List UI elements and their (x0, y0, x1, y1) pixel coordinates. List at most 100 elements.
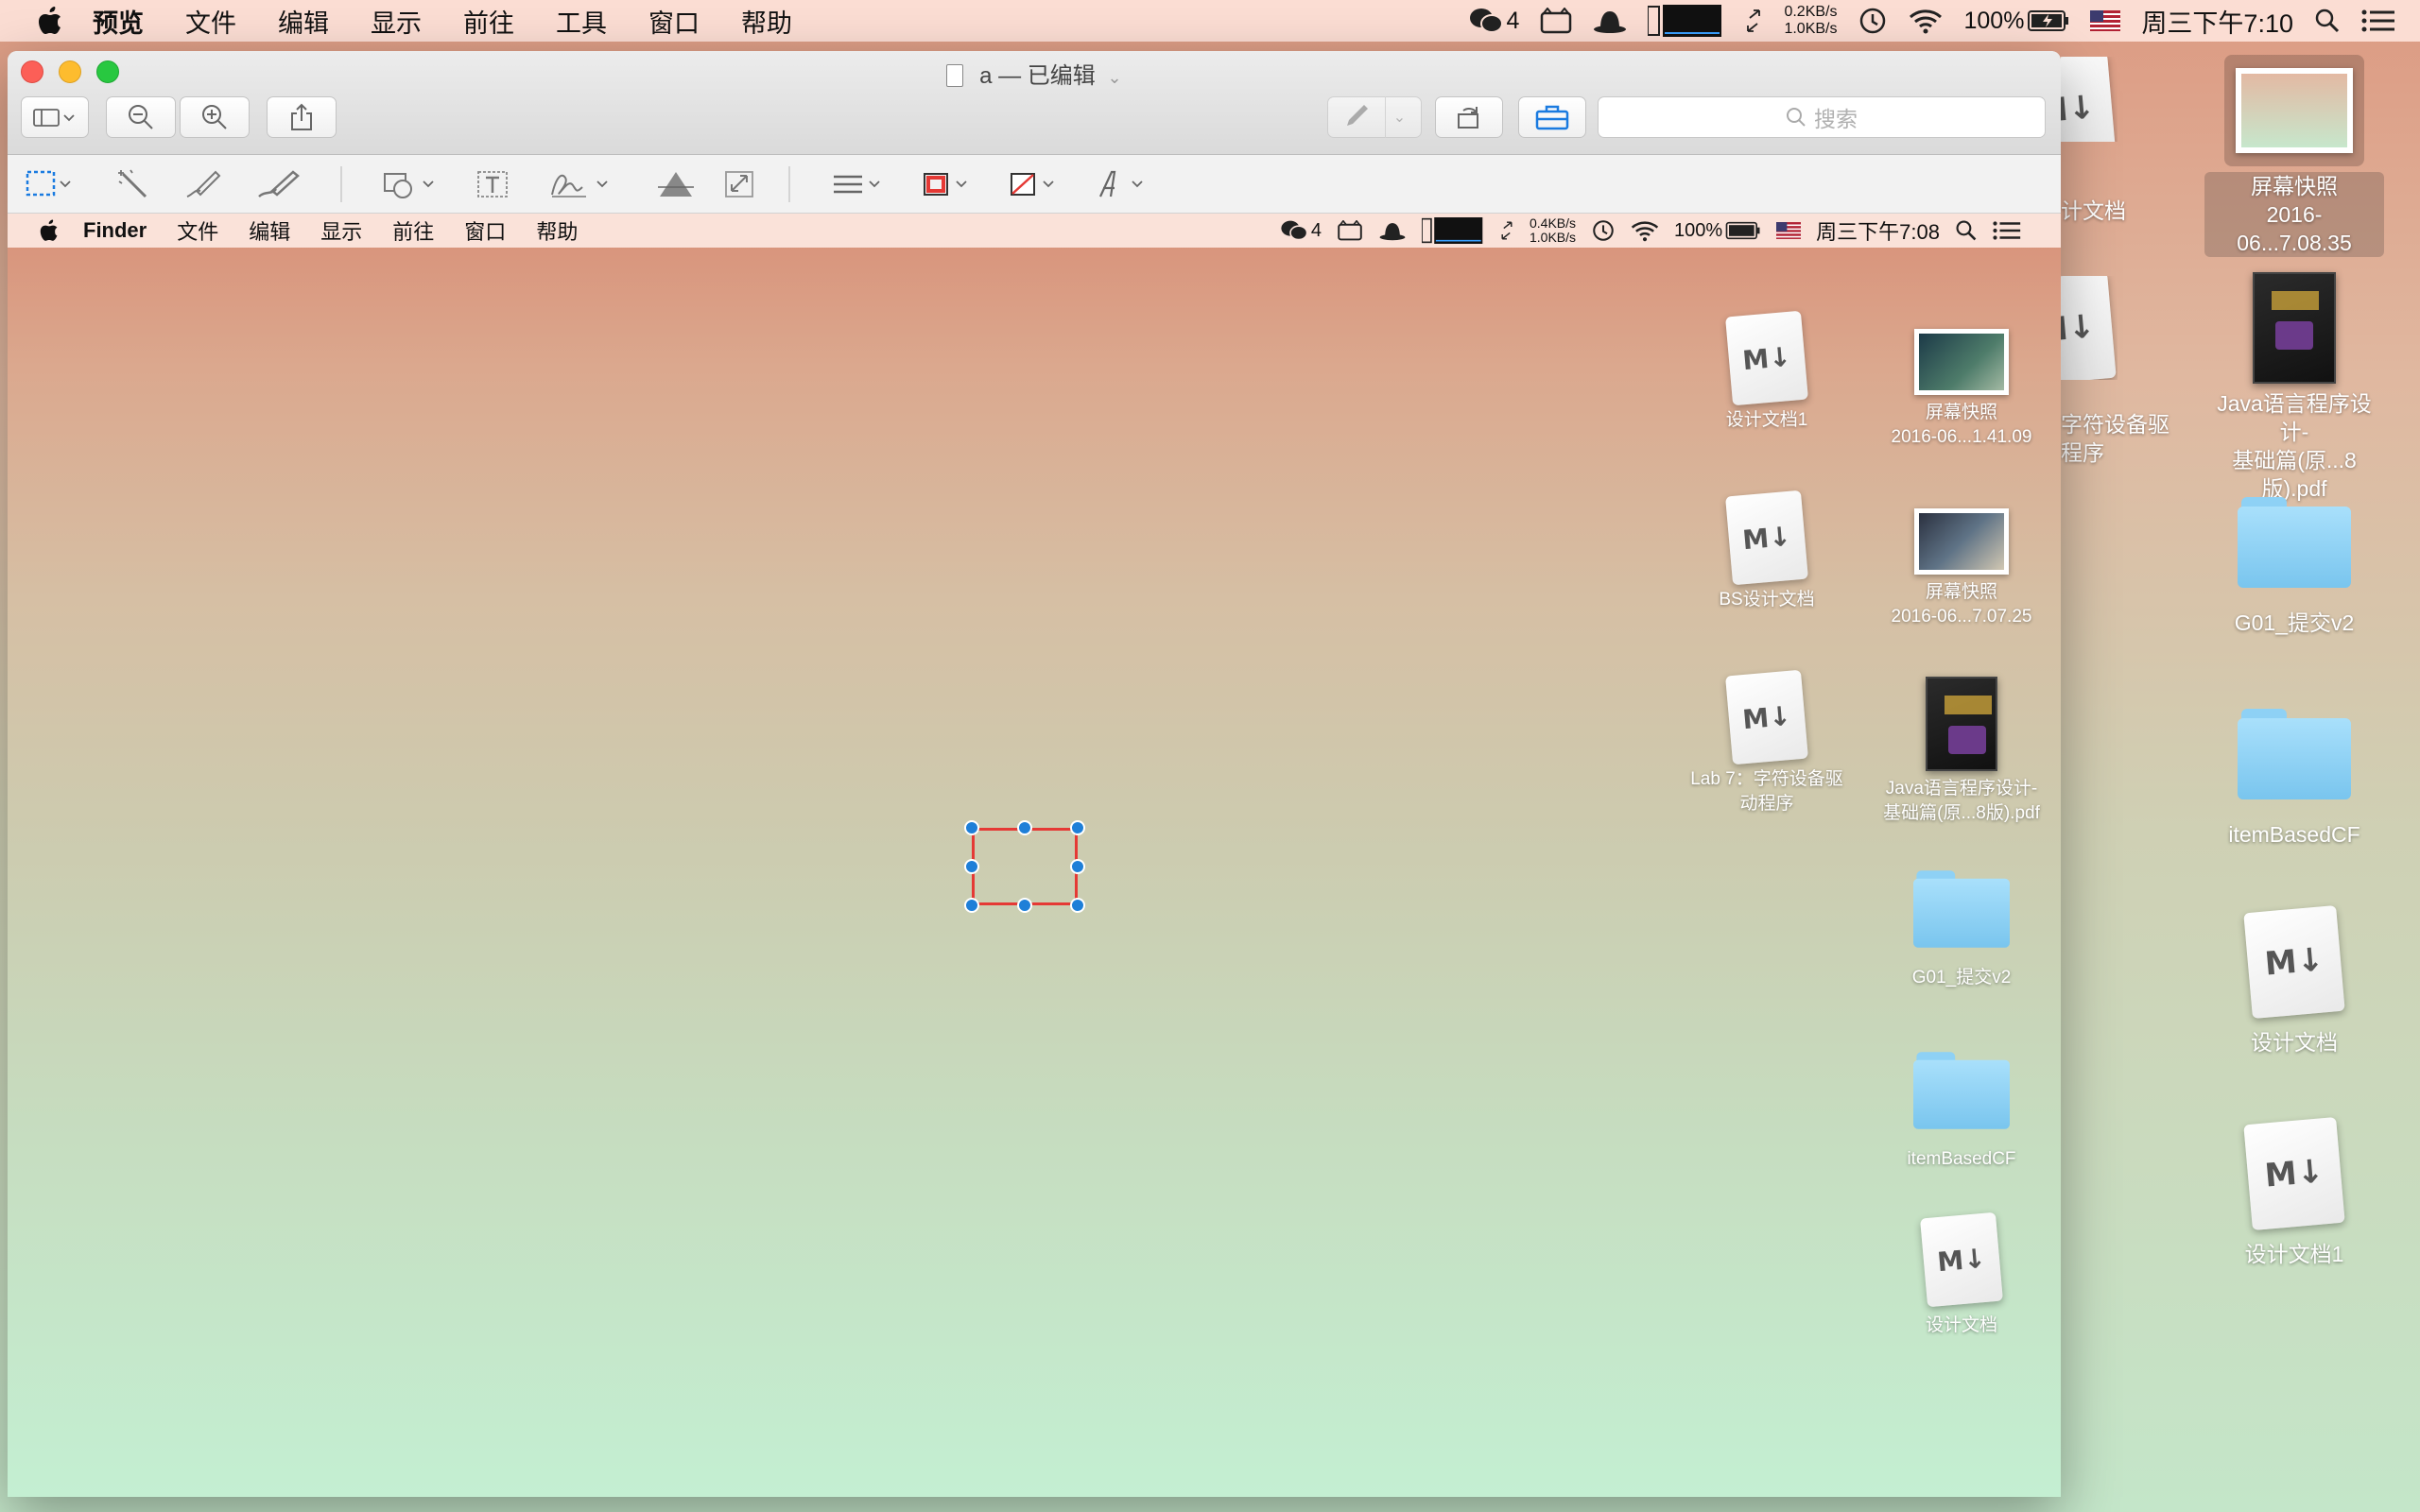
search-field[interactable]: 搜索 (1598, 96, 2046, 138)
zoom-in-button[interactable] (180, 96, 250, 138)
adjust-color-tool[interactable] (656, 166, 696, 202)
time-machine-icon[interactable] (1858, 6, 1888, 36)
battery-charging-icon (1725, 221, 1760, 240)
system-menubar: 预览 文件 编辑 显示 前往 工具 窗口 帮助 4 0.2KB/s 1.0KB/… (0, 0, 2420, 42)
resize-handle-right[interactable] (1070, 859, 1085, 874)
screenshot-icon-label: 屏幕快照 2016-06...1.41.09 (1891, 403, 2032, 447)
apple-icon (40, 219, 58, 241)
shapes-tool[interactable] (382, 166, 442, 202)
share-button[interactable] (267, 96, 337, 138)
desktop-icon-screenshot[interactable]: 屏幕快照 2016-06...7.08.35 (2204, 55, 2384, 257)
desktop-icon-md-design-doc-1[interactable]: M↓ 设计文档1 (2204, 1116, 2384, 1268)
notification-center-icon (1993, 220, 2021, 241)
clock[interactable]: 周三下午7:10 (2141, 3, 2293, 40)
notification-center-icon[interactable] (2361, 9, 2395, 33)
net-down: 1.0KB/s (1784, 21, 1838, 37)
instant-alpha-tool[interactable] (117, 166, 153, 202)
apple-icon[interactable] (38, 7, 66, 35)
screenshot-menubar: Finder 文件 编辑 显示 前往 窗口 帮助 4 0.4KB/s 1.0KB… (8, 214, 2061, 248)
hat-icon[interactable] (1593, 8, 1627, 34)
desktop-icon-label: 设计文档1 (2244, 1242, 2344, 1266)
resize-handle-top-right[interactable] (1070, 820, 1085, 835)
us-flag-icon[interactable] (2090, 10, 2121, 31)
fill-color-tool[interactable] (1006, 166, 1064, 202)
resize-handle-bottom-right[interactable] (1070, 898, 1085, 913)
line-style-tool[interactable] (830, 166, 889, 202)
menu-go[interactable]: 前往 (463, 3, 514, 40)
highlight-button[interactable]: ⌄ (1327, 96, 1422, 138)
chevron-down-icon: ⌄ (1107, 68, 1122, 87)
selected-rectangle-shape[interactable] (972, 828, 1078, 905)
window-title[interactable]: a — 已编辑 ⌄ (8, 57, 2061, 90)
sidebar-icon (33, 109, 75, 127)
screenshot-icon-label: Lab 7：字符设备驱 动程序 (1690, 769, 1843, 814)
menu-help[interactable]: 帮助 (741, 3, 792, 40)
sidebar-toggle-button[interactable] (21, 96, 89, 138)
border-color-tool[interactable] (919, 166, 977, 202)
battery-status[interactable]: 100% (1963, 8, 2069, 35)
wechat-status[interactable]: 4 (1469, 7, 1519, 35)
sketch-tool[interactable] (183, 166, 223, 202)
cat-icon[interactable] (1540, 8, 1572, 34)
desktop-icon-folder-itembasedcf[interactable]: itemBasedCF (2204, 709, 2384, 849)
zoom-out-icon (129, 105, 153, 129)
clock: 周三下午7:08 (1816, 220, 1940, 244)
desktop-icon-label: 设计文档 (2251, 1030, 2338, 1055)
net-up: 0.2KB/s (1784, 4, 1838, 20)
font-icon (1099, 170, 1143, 198)
markdown-file-icon: M↓ (1725, 669, 1808, 765)
spotlight-search-icon (1955, 219, 1978, 242)
screenshot-icon-label: 设计文档1 (1725, 410, 1808, 430)
peek-label-3: 程序 (2061, 440, 2104, 465)
app-menu-preview[interactable]: 预览 (93, 3, 144, 40)
adjust-size-tool[interactable] (722, 166, 756, 202)
signature-tool[interactable] (548, 166, 616, 202)
rotate-button[interactable] (1435, 96, 1503, 138)
resize-handle-bottom-left[interactable] (964, 898, 979, 913)
border-color-icon (924, 173, 967, 196)
wifi-icon[interactable] (1909, 8, 1943, 34)
battery-status: 100% (1674, 220, 1761, 242)
search-placeholder: 搜索 (1814, 107, 1858, 131)
screenshot-icon-pdf: Java语言程序设计- 基础篇(原...8版).pdf (1872, 677, 2051, 826)
resize-handle-top-left[interactable] (964, 820, 979, 835)
cpu-graph-icon[interactable] (1648, 5, 1723, 37)
cat-icon (1337, 220, 1363, 241)
screenshot-thumbnail-icon (2236, 68, 2353, 153)
draw-tool[interactable] (255, 166, 301, 202)
rectangular-selection-tool[interactable] (25, 166, 74, 202)
screenshot-icon-shot: 屏幕快照 2016-06...7.07.25 (1872, 508, 2051, 629)
shapes-icon (384, 173, 434, 198)
screenshot-menu-item: 文件 (177, 220, 219, 244)
spotlight-search-icon[interactable] (2314, 8, 2341, 34)
share-icon (291, 103, 312, 130)
desktop-icon-java-pdf[interactable]: Java语言程序设计- 基础篇(原...8版).pdf (2204, 272, 2384, 503)
screenshot-icon-folder: itemBasedCF (1872, 1045, 2051, 1172)
menu-window[interactable]: 窗口 (648, 3, 700, 40)
menu-view[interactable]: 显示 (371, 3, 422, 40)
screenshot-menu-item: 前往 (392, 220, 435, 244)
screenshot-icon-md: M↓ Lab 7：字符设备驱 动程序 (1677, 669, 1857, 816)
menu-edit[interactable]: 编辑 (278, 3, 329, 40)
network-speed[interactable]: 0.2KB/s 1.0KB/s (1784, 4, 1837, 38)
text-box-icon (477, 171, 508, 198)
menu-tools[interactable]: 工具 (556, 3, 607, 40)
menu-file[interactable]: 文件 (185, 3, 236, 40)
image-canvas[interactable]: Finder 文件 编辑 显示 前往 窗口 帮助 4 0.4KB/s 1.0KB… (8, 214, 2061, 1497)
screenshot-icon-label: BS设计文档 (1719, 590, 1815, 610)
markdown-file-icon: M↓ (1920, 1211, 2003, 1308)
text-style-tool[interactable] (1095, 166, 1153, 202)
prism-icon (658, 172, 694, 197)
resize-handle-bottom[interactable] (1017, 898, 1032, 913)
markup-toolbar-button[interactable] (1518, 96, 1586, 138)
resize-handle-top[interactable] (1017, 820, 1032, 835)
markdown-file-icon: M↓ (1725, 310, 1808, 406)
arrows-expand-icon[interactable] (1744, 9, 1763, 33)
window-toolbar: a — 已编辑 ⌄ ⌄ 搜索 (8, 51, 2061, 155)
zoom-out-button[interactable] (106, 96, 176, 138)
desktop-icon-folder-g01[interactable]: G01_提交v2 (2204, 497, 2384, 637)
desktop-icon-md-design-doc[interactable]: M↓ 设计文档 (2204, 904, 2384, 1057)
resize-handle-left[interactable] (964, 859, 979, 874)
peek-md-icon-1: M↓ (2061, 57, 2118, 142)
text-tool[interactable] (475, 166, 510, 202)
